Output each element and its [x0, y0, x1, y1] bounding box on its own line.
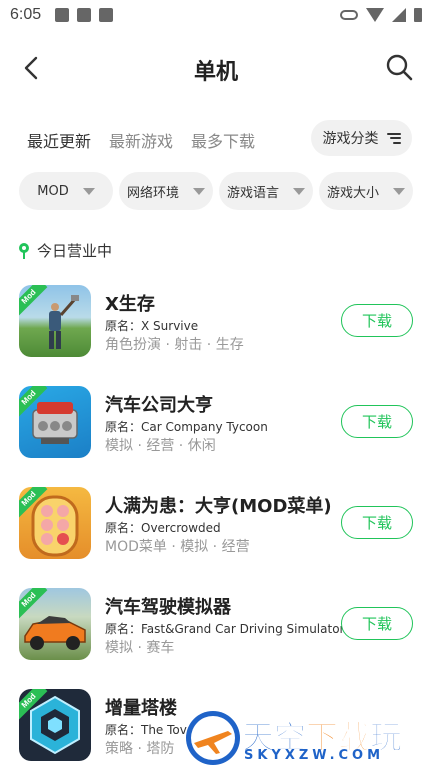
- game-name: 汽车公司大亨: [105, 395, 213, 416]
- notification-cat-icon: [77, 8, 92, 22]
- caret-down-icon: [293, 187, 305, 195]
- filter-mod[interactable]: MOD: [19, 172, 113, 210]
- status-time: 6:05: [10, 6, 42, 23]
- download-button[interactable]: 下载: [341, 405, 413, 438]
- airplane-logo-icon: [186, 711, 240, 765]
- game-name: 增量塔楼: [105, 698, 177, 719]
- filter-lines-icon: [386, 132, 401, 144]
- game-tags: 策略 · 塔防: [105, 741, 175, 757]
- game-category-button[interactable]: 游戏分类: [311, 120, 412, 156]
- caret-down-icon: [393, 187, 405, 195]
- battery-icon: [414, 8, 422, 22]
- filter-label: 网络环境: [126, 185, 179, 201]
- section-header: 今日营业中: [19, 240, 112, 261]
- list-item[interactable]: Mod X生存 原名：X Survive 角色扮演 · 射击 · 生存 下载: [0, 284, 432, 358]
- watermark-url: SKYXZW.COM: [244, 748, 385, 763]
- tab-most-downloads[interactable]: 最多下载: [191, 128, 255, 152]
- vpn-key-icon: [340, 10, 358, 20]
- game-original-name: 原名：Car Company Tycoon: [105, 420, 268, 434]
- wifi-icon: [366, 8, 384, 22]
- status-bar: 6:05: [0, 0, 432, 30]
- download-button[interactable]: 下载: [341, 506, 413, 539]
- download-button[interactable]: 下载: [341, 304, 413, 337]
- tab-newest-games[interactable]: 最新游戏: [109, 128, 173, 152]
- top-bar: 单机: [0, 40, 432, 96]
- caret-down-icon: [82, 187, 95, 195]
- game-thumbnail[interactable]: Mod: [19, 689, 91, 761]
- game-thumbnail[interactable]: Mod: [19, 588, 91, 660]
- game-original-name: 原名：X Survive: [105, 319, 199, 333]
- list-item[interactable]: Mod 汽车公司大亨 原名：Car Company Tycoon 模拟 · 经营…: [0, 385, 432, 459]
- notification-book-icon: [99, 8, 114, 22]
- game-tags: 模拟 · 经营 · 休闲: [105, 438, 216, 454]
- sort-tabs: 最近更新 最新游戏 最多下载 游戏分类: [0, 120, 432, 158]
- filter-label: MOD: [37, 183, 69, 199]
- caret-down-icon: [193, 187, 205, 195]
- category-label: 游戏分类: [322, 131, 379, 147]
- game-name: 汽车驾驶模拟器: [105, 597, 231, 618]
- filter-label: 游戏语言: [226, 185, 279, 201]
- game-name: 人满为患：大亨(MOD菜单): [105, 496, 332, 517]
- game-original-name: 原名：The Tov: [105, 723, 187, 737]
- game-original-name: 原名：Fast&Grand Car Driving Simulator: [105, 622, 345, 636]
- notification-a-icon: [55, 8, 70, 22]
- game-tags: 角色扮演 · 射击 · 生存: [105, 337, 244, 353]
- filter-label: 游戏大小: [326, 185, 379, 201]
- game-tags: 模拟 · 赛车: [105, 640, 175, 656]
- game-original-name: 原名：Overcrowded: [105, 521, 221, 535]
- location-pin-icon: [19, 242, 29, 259]
- filter-language[interactable]: 游戏语言: [219, 172, 313, 210]
- filter-size[interactable]: 游戏大小: [319, 172, 413, 210]
- download-button[interactable]: 下载: [341, 607, 413, 640]
- search-icon[interactable]: [384, 52, 414, 82]
- tab-label: 最近更新: [27, 132, 92, 151]
- game-thumbnail[interactable]: Mod: [19, 386, 91, 458]
- game-tags: MOD菜单 · 模拟 · 经营: [105, 539, 250, 555]
- game-thumbnail[interactable]: Mod: [19, 285, 91, 357]
- tab-label: 最新游戏: [109, 132, 174, 151]
- page-title: 单机: [193, 60, 238, 85]
- list-item[interactable]: Mod 人满为患：大亨(MOD菜单) 原名：Overcrowded MOD菜单 …: [0, 486, 432, 560]
- filter-network[interactable]: 网络环境: [119, 172, 213, 210]
- list-item[interactable]: Mod 汽车驾驶模拟器 原名：Fast&Grand Car Driving Si…: [0, 587, 432, 661]
- tab-label: 最多下载: [191, 132, 256, 151]
- status-icons: [340, 8, 422, 22]
- section-title: 今日营业中: [37, 242, 113, 260]
- game-name: X生存: [105, 294, 155, 315]
- game-thumbnail[interactable]: Mod: [19, 487, 91, 559]
- filter-bar: MOD 网络环境 游戏语言 游戏大小: [19, 172, 413, 210]
- watermark: 天空下载玩 SKYXZW.COM: [184, 708, 432, 768]
- signal-icon: [392, 8, 406, 22]
- tab-recent-updates[interactable]: 最近更新: [25, 128, 94, 152]
